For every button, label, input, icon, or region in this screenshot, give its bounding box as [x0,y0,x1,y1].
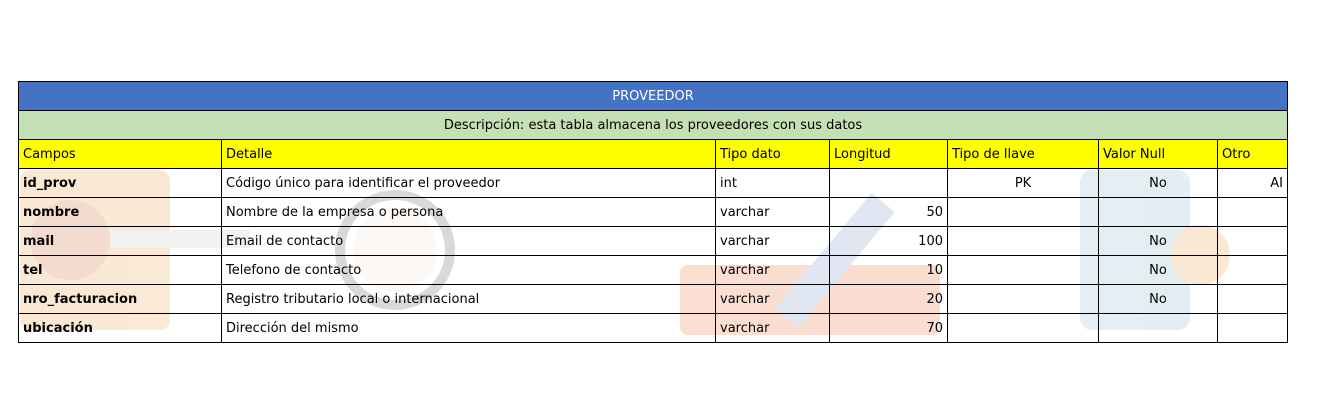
cell-detalle: Código único para identificar el proveed… [221,168,716,198]
table-row: mail Email de contacto varchar 100 No [18,226,1288,256]
cell-detalle: Telefono de contacto [221,255,716,285]
cell-tipo-llave [947,313,1099,343]
cell-campo: mail [18,226,222,256]
cell-tipo-llave [947,284,1099,314]
header-longitud: Longitud [829,139,948,169]
cell-campo: id_prov [18,168,222,198]
cell-longitud: 20 [829,284,948,314]
cell-tipo-dato: varchar [715,226,830,256]
cell-detalle: Registro tributario local o internaciona… [221,284,716,314]
table-row: id_prov Código único para identificar el… [18,168,1288,198]
cell-valor-null: No [1098,226,1218,256]
table-row: nro_facturacion Registro tributario loca… [18,284,1288,314]
header-tipo-dato: Tipo dato [715,139,830,169]
cell-longitud: 100 [829,226,948,256]
header-detalle: Detalle [221,139,716,169]
cell-tipo-dato: varchar [715,313,830,343]
table-description-row: Descripción: esta tabla almacena los pro… [18,110,1288,140]
table-row: nombre Nombre de la empresa o persona va… [18,197,1288,227]
cell-otro [1217,255,1288,285]
table-description: Descripción: esta tabla almacena los pro… [18,110,1288,140]
cell-detalle: Dirección del mismo [221,313,716,343]
cell-tipo-dato: varchar [715,284,830,314]
cell-otro [1217,197,1288,227]
cell-valor-null [1098,197,1218,227]
cell-tipo-llave: PK [947,168,1099,198]
cell-tipo-dato: varchar [715,255,830,285]
cell-otro [1217,226,1288,256]
cell-longitud [829,168,948,198]
cell-valor-null: No [1098,284,1218,314]
cell-campo: ubicación [18,313,222,343]
cell-longitud: 50 [829,197,948,227]
cell-otro [1217,313,1288,343]
cell-campo: nro_facturacion [18,284,222,314]
cell-otro [1217,284,1288,314]
cell-valor-null: No [1098,168,1218,198]
header-otro: Otro [1217,139,1288,169]
cell-tipo-llave [947,255,1099,285]
table-row: tel Telefono de contacto varchar 10 No [18,255,1288,285]
cell-tipo-dato: int [715,168,830,198]
cell-longitud: 70 [829,313,948,343]
proveedor-table: PROVEEDOR Descripción: esta tabla almace… [18,81,1288,343]
cell-valor-null [1098,313,1218,343]
cell-detalle: Email de contacto [221,226,716,256]
cell-valor-null: No [1098,255,1218,285]
table-title: PROVEEDOR [18,81,1288,111]
cell-tipo-dato: varchar [715,197,830,227]
header-tipo-llave: Tipo de llave [947,139,1099,169]
header-valor-null: Valor Null [1098,139,1218,169]
table-row: ubicación Dirección del mismo varchar 70 [18,313,1288,343]
cell-tipo-llave [947,197,1099,227]
cell-longitud: 10 [829,255,948,285]
header-campos: Campos [18,139,222,169]
cell-otro: AI [1217,168,1288,198]
column-header-row: Campos Detalle Tipo dato Longitud Tipo d… [18,139,1288,169]
cell-detalle: Nombre de la empresa o persona [221,197,716,227]
cell-tipo-llave [947,226,1099,256]
cell-campo: tel [18,255,222,285]
cell-campo: nombre [18,197,222,227]
table-title-row: PROVEEDOR [18,81,1288,111]
